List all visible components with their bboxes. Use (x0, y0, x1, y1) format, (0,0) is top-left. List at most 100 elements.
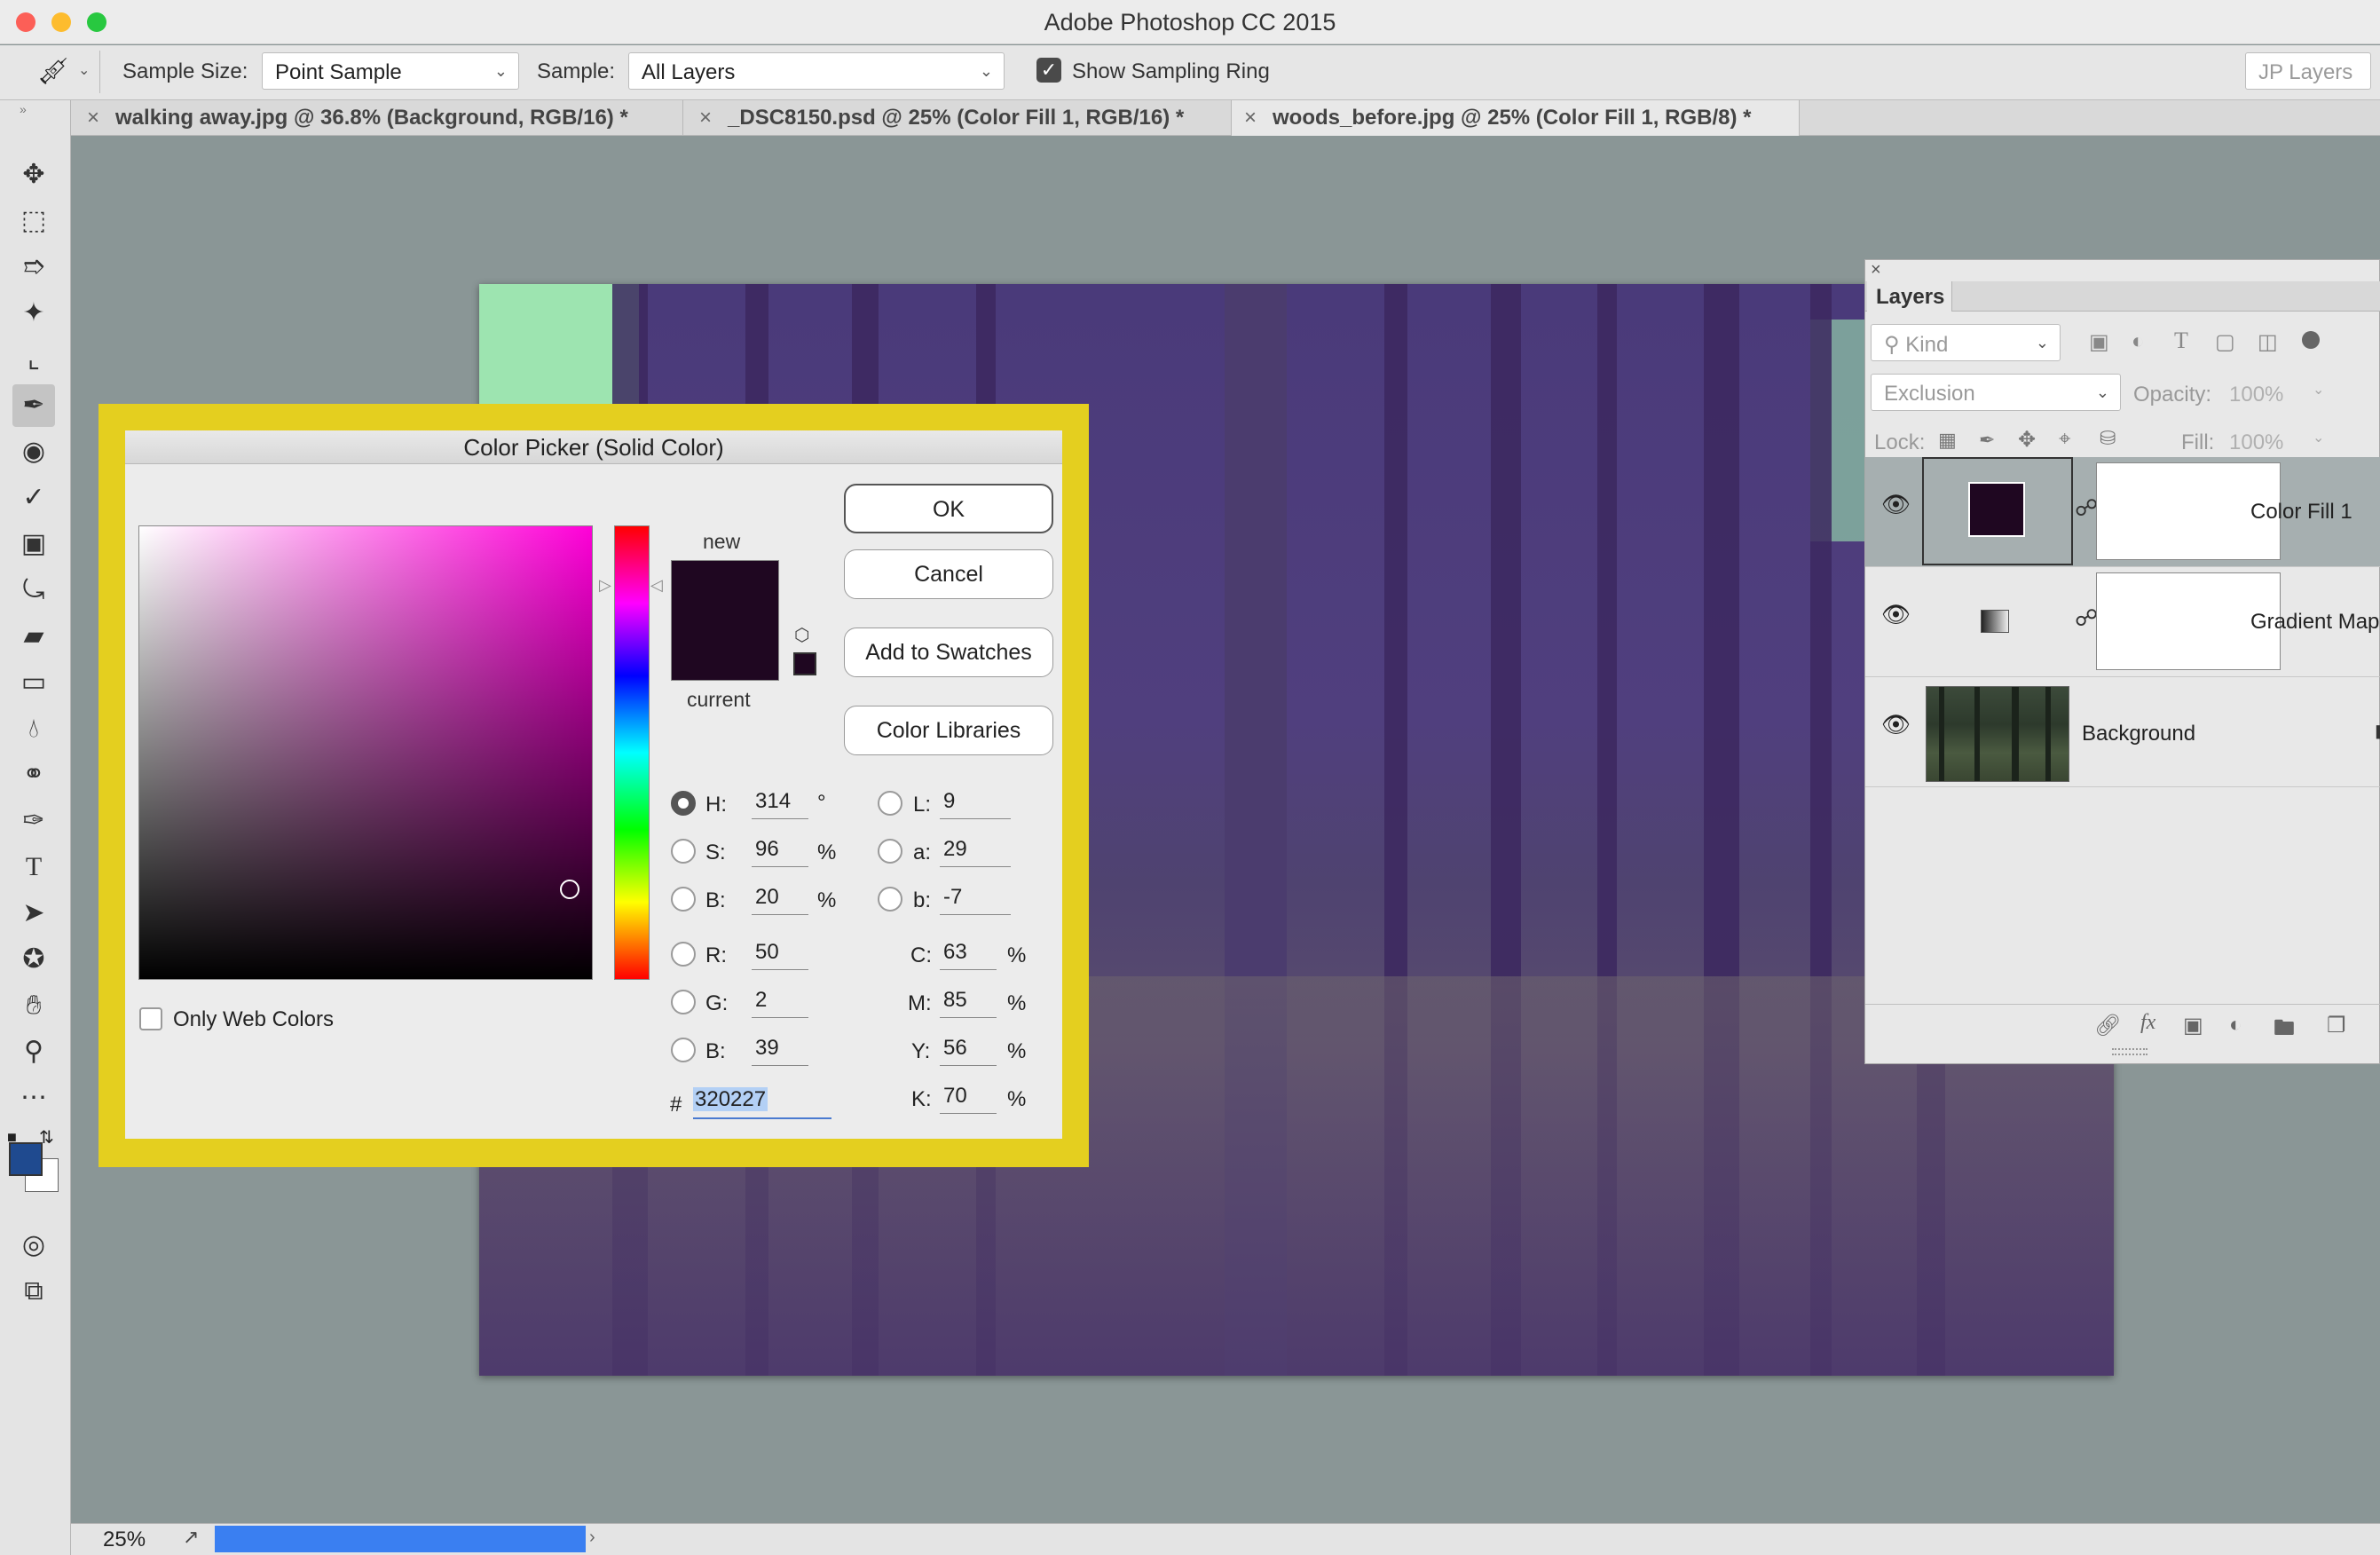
close-tab-icon[interactable]: × (1244, 106, 1257, 130)
chevron-down-icon[interactable]: ⌄ (2313, 381, 2324, 399)
lasso-tool-icon[interactable]: ➱ (12, 246, 55, 288)
tab-dsc8150[interactable]: × _DSC8150.psd @ 25% (Color Fill 1, RGB/1… (683, 100, 1232, 136)
saturation-brightness-field[interactable] (138, 525, 593, 980)
add-mask-icon[interactable]: ▣ (2183, 1013, 2203, 1038)
workspace-switcher[interactable]: JP Layers (2245, 52, 2371, 90)
out-of-gamut-cube-icon[interactable]: ⬡ (794, 624, 809, 646)
magenta-field[interactable]: 85 (940, 988, 997, 1018)
a-channel-field[interactable]: 29 (940, 837, 1011, 867)
link-chain-icon[interactable]: ☍ (2075, 604, 2098, 632)
layers-tab[interactable]: Layers (1867, 281, 1952, 312)
link-layers-icon[interactable]: 🔗︎ (2094, 1013, 2121, 1038)
new-group-folder-icon[interactable]: 🖿︎ (2274, 1013, 2295, 1049)
close-tab-icon[interactable]: × (87, 106, 99, 130)
close-panel-icon[interactable]: × (1871, 260, 1881, 280)
blue-field[interactable]: 39 (752, 1036, 808, 1066)
add-to-swatches-button[interactable]: Add to Swatches (844, 628, 1053, 677)
b-channel-field[interactable]: -7 (940, 885, 1011, 915)
eyedropper-tool-icon[interactable]: ✒ (12, 384, 55, 427)
fill-field[interactable]: 100% (2229, 430, 2283, 455)
share-export-icon[interactable]: ↗ (183, 1526, 199, 1549)
custom-shape-tool-icon[interactable]: ✪ (12, 938, 55, 981)
pixel-filter-icon[interactable]: ▣ (2089, 329, 2109, 355)
web-safe-swatch-icon[interactable] (793, 652, 816, 675)
panel-resize-grip[interactable] (2112, 1048, 2148, 1055)
red-radio[interactable] (671, 942, 696, 967)
tool-preset-chevron-icon[interactable]: ⌄ (78, 61, 90, 79)
layer-row[interactable]: 👁︎ ☍ Gradient Map (1865, 567, 2380, 677)
hue-field[interactable]: 314 (752, 789, 808, 819)
layer-filter-select[interactable]: ⚲ Kind ⌄ (1871, 324, 2061, 361)
hue-radio[interactable] (671, 791, 696, 816)
magic-wand-tool-icon[interactable]: ✦ (12, 292, 55, 335)
lock-pixels-brush-icon[interactable]: ✒ (1979, 429, 1995, 452)
pen-tool-icon[interactable]: ✑ (12, 800, 55, 842)
brightness-radio[interactable] (671, 887, 696, 912)
cancel-button[interactable]: Cancel (844, 549, 1053, 599)
type-filter-icon[interactable]: T (2174, 328, 2188, 354)
tab-walking-away[interactable]: × walking away.jpg @ 36.8% (Background, R… (71, 100, 683, 136)
show-sampling-ring-checkbox[interactable]: ✓ (1036, 58, 1061, 83)
brush-tool-icon[interactable]: ✓ (12, 477, 55, 519)
black-field[interactable]: 70 (940, 1084, 997, 1114)
gradient-tool-icon[interactable]: ▭ (12, 661, 55, 704)
link-chain-icon[interactable]: ☍ (2075, 494, 2098, 522)
green-radio[interactable] (671, 990, 696, 1014)
hue-slider-right-arrow-icon[interactable]: ◁ (650, 576, 663, 595)
foreground-color-swatch[interactable] (9, 1142, 43, 1176)
hue-slider-left-arrow-icon[interactable]: ▷ (599, 576, 611, 595)
saturation-field[interactable]: 96 (752, 837, 808, 867)
new-layer-icon[interactable]: ❐ (2327, 1013, 2346, 1038)
layer-row[interactable]: 👁︎ Background ▮ (1865, 677, 2380, 787)
screen-mode-icon[interactable]: ⧉ (12, 1270, 55, 1313)
eye-visibility-icon[interactable]: 👁︎ (1881, 711, 1911, 738)
path-selection-tool-icon[interactable]: ➤ (12, 892, 55, 935)
lock-artboard-icon[interactable]: ⌖ (2059, 427, 2071, 452)
clone-stamp-tool-icon[interactable]: ▣ (12, 523, 55, 565)
color-libraries-button[interactable]: Color Libraries (844, 706, 1053, 755)
hex-field[interactable]: 320227 (693, 1087, 831, 1119)
color-field-cursor[interactable] (560, 880, 579, 899)
adjustment-layer-icon[interactable]: ◐ (2229, 1013, 2242, 1038)
eye-visibility-icon[interactable]: 👁︎ (1881, 601, 1911, 628)
tab-woods-before[interactable]: × woods_before.jpg @ 25% (Color Fill 1, R… (1232, 100, 1800, 136)
dodge-tool-icon[interactable]: ⚭ (12, 754, 55, 796)
green-field[interactable]: 2 (752, 988, 808, 1018)
opacity-field[interactable]: 100% (2229, 383, 2283, 407)
fx-icon[interactable]: fx (2140, 1011, 2155, 1035)
eraser-tool-icon[interactable]: ▰ (12, 615, 55, 658)
adjustment-filter-icon[interactable]: ◐ (2132, 329, 2145, 354)
hand-tool-icon[interactable]: ✋︎ (12, 984, 55, 1027)
hue-slider[interactable] (614, 525, 650, 980)
chevron-down-icon[interactable]: ⌄ (2313, 429, 2324, 446)
history-brush-tool-icon[interactable]: ⤿ (12, 569, 55, 612)
eyedropper-icon[interactable]: 💉︎ (35, 54, 72, 88)
red-field[interactable]: 50 (752, 940, 808, 970)
a-channel-radio[interactable] (878, 839, 902, 864)
lock-position-icon[interactable]: ✥ (2018, 427, 2036, 453)
layer-row[interactable]: 👁︎ ☍ Color Fill 1 (1865, 457, 2380, 567)
only-web-colors-checkbox[interactable] (139, 1007, 162, 1030)
move-tool-icon[interactable]: ✥ (12, 154, 55, 196)
lock-transparent-icon[interactable]: ▦ (1938, 429, 1957, 452)
close-tab-icon[interactable]: × (699, 106, 712, 130)
lightness-radio[interactable] (878, 791, 902, 816)
cyan-field[interactable]: 63 (940, 940, 997, 970)
smart-object-filter-icon[interactable]: ◫ (2258, 329, 2278, 355)
yellow-field[interactable]: 56 (940, 1036, 997, 1066)
lock-all-icon[interactable]: ⛁ (2100, 427, 2116, 450)
filter-toggle-icon[interactable] (2302, 331, 2320, 349)
sample-size-select[interactable]: Point Sample ⌄ (262, 52, 519, 90)
quick-mask-icon[interactable]: ◎ (12, 1224, 55, 1267)
brightness-field[interactable]: 20 (752, 885, 808, 915)
b-channel-radio[interactable] (878, 887, 902, 912)
chevron-right-icon[interactable]: › (589, 1527, 595, 1548)
zoom-level[interactable]: 25% (103, 1527, 146, 1552)
blur-tool-icon[interactable]: 💧︎ (12, 707, 55, 750)
crop-tool-icon[interactable]: ⌞ (12, 338, 55, 381)
sample-select[interactable]: All Layers ⌄ (628, 52, 1005, 90)
zoom-tool-icon[interactable]: ⚲ (12, 1030, 55, 1073)
toolbar-grip-icon[interactable]: » (20, 102, 27, 116)
saturation-radio[interactable] (671, 839, 696, 864)
eye-visibility-icon[interactable]: 👁︎ (1881, 491, 1911, 518)
